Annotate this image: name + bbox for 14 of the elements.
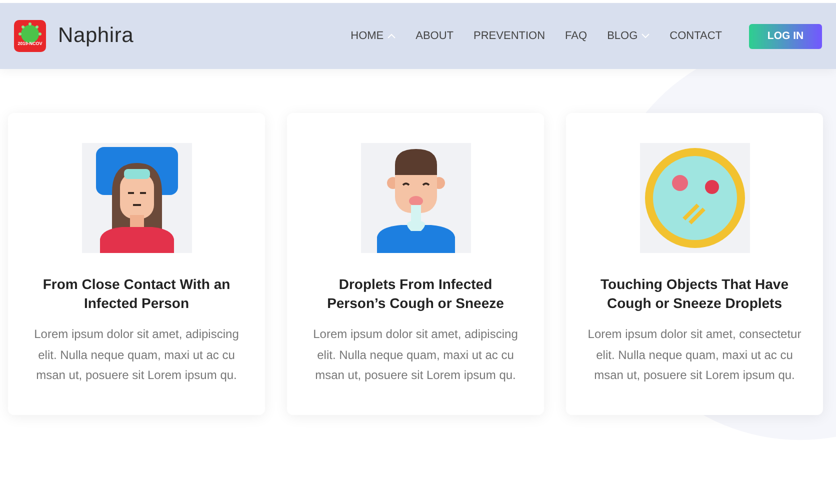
card-title: Touching Objects That Have Cough or Sneeze Droplets [600,275,790,313]
nav-link[interactable]: CONTACT [670,30,722,42]
nav-link[interactable]: FAQ [565,30,588,42]
login-button[interactable]: LOG IN [749,24,822,48]
card-text: Lorem ipsum dolor sit amet, adipiscing elit. Nulla neque quam, maxi ut ac cu msan ut, posuere sit Lorem ipsum qu. [312,326,519,384]
card-text: Lorem ipsum dolor sit amet, consectetur elit. Nulla neque quam, maxi ut ac cu msan ut, posuere sit Lorem ipsum qu. [586,326,802,384]
nav-link[interactable]: BLOG [607,30,650,42]
card-title: From Close Contact With an Infected Person [42,275,232,313]
nav-link[interactable]: PREVENTION [474,30,546,42]
card-text: Lorem ipsum dolor sit amet, adipiscing elit. Nulla neque quam, maxi ut ac cu msan ut, posuere sit Lorem ipsum qu. [33,326,240,384]
card-title: Droplets From Infected Person’s Cough or Sneeze [326,275,505,313]
nav-link[interactable]: ABOUT [416,30,454,42]
nav-link[interactable]: HOME [350,30,396,42]
brand-name[interactable]: Naphira [58,24,134,48]
